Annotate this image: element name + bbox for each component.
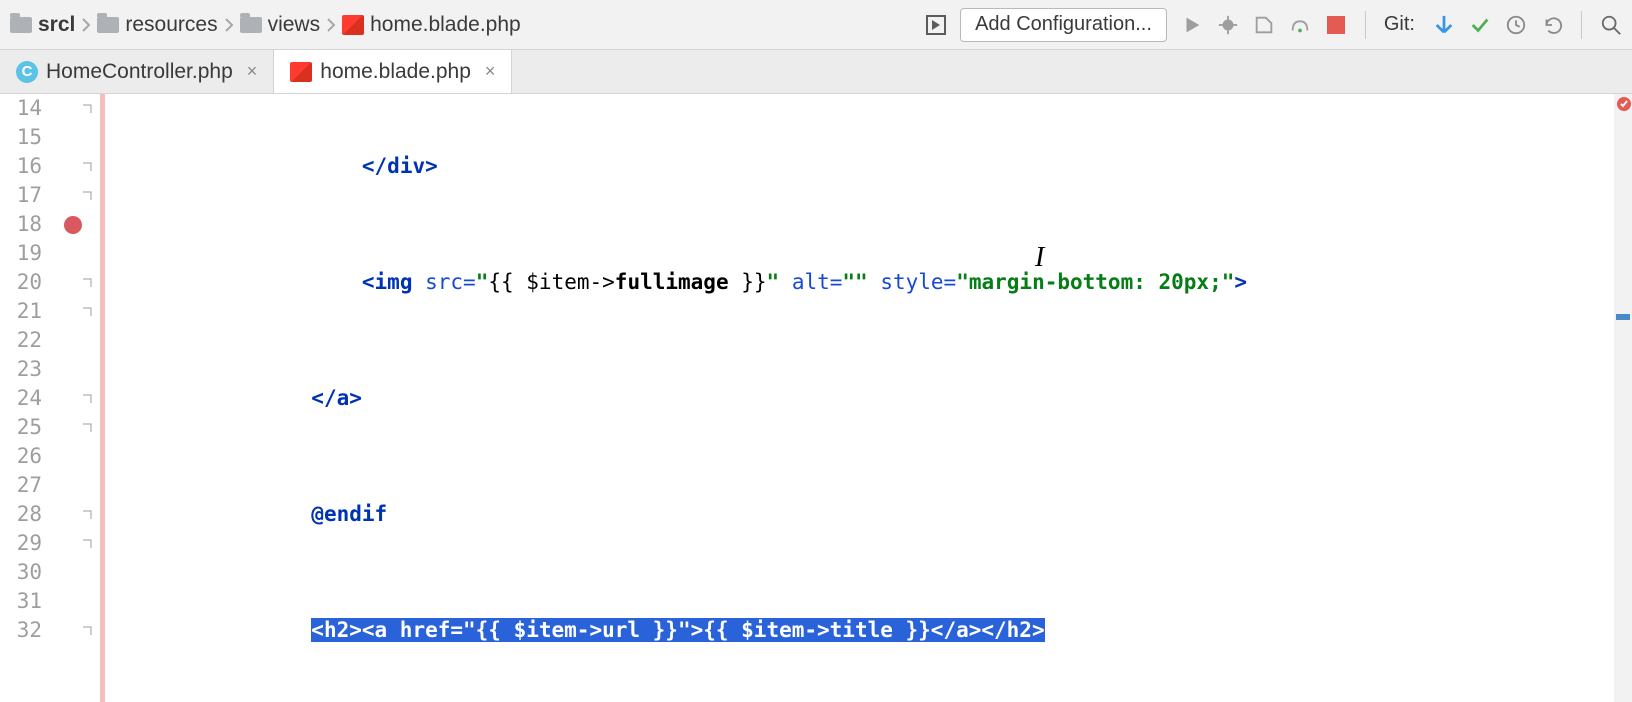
run-target-icon[interactable] bbox=[926, 15, 946, 35]
toolbar-divider bbox=[1365, 11, 1366, 39]
folder-icon bbox=[240, 17, 262, 33]
line-number: 20 bbox=[0, 268, 42, 297]
fold-icon[interactable] bbox=[80, 160, 94, 174]
breadcrumb-item-file[interactable]: home.blade.php bbox=[342, 13, 521, 37]
blade-file-icon bbox=[342, 15, 364, 35]
editor-tabs: C HomeController.php × home.blade.php × bbox=[0, 50, 1632, 94]
fold-icon[interactable] bbox=[80, 421, 94, 435]
fold-icon[interactable] bbox=[80, 276, 94, 290]
rollback-icon[interactable] bbox=[1541, 14, 1563, 36]
line-number: 31 bbox=[0, 587, 42, 616]
line-number: 22 bbox=[0, 326, 42, 355]
history-icon[interactable] bbox=[1505, 14, 1527, 36]
code-line[interactable]: </div> bbox=[105, 152, 1632, 181]
line-number: 26 bbox=[0, 442, 42, 471]
breadcrumb: srcl resources views home.blade.php bbox=[10, 13, 926, 37]
code-line-selected[interactable]: <h2><a href="{{ $item->url }}">{{ $item-… bbox=[105, 616, 1632, 645]
git-label: Git: bbox=[1384, 13, 1415, 36]
code-line[interactable]: <img src="{{ $item->fullimage }}" alt=""… bbox=[105, 268, 1632, 297]
fold-icon[interactable] bbox=[80, 189, 94, 203]
breadcrumb-item-srcl[interactable]: srcl bbox=[10, 13, 75, 37]
close-icon[interactable]: × bbox=[247, 61, 258, 82]
chevron-right-icon bbox=[81, 17, 91, 33]
fold-icon[interactable] bbox=[80, 305, 94, 319]
git-update-icon[interactable] bbox=[1433, 14, 1455, 36]
line-number: 15 bbox=[0, 123, 42, 152]
inspection-warning-icon[interactable] bbox=[1616, 96, 1632, 116]
navigation-bar: srcl resources views home.blade.php Add … bbox=[0, 0, 1632, 50]
code-editor[interactable]: 14151617181920212223242526272829303132 <… bbox=[0, 94, 1632, 702]
coverage-icon[interactable] bbox=[1253, 14, 1275, 36]
run-icon[interactable] bbox=[1181, 14, 1203, 36]
breadcrumb-item-resources[interactable]: resources bbox=[97, 13, 217, 37]
class-file-icon: C bbox=[16, 61, 38, 83]
line-number: 17 bbox=[0, 181, 42, 210]
search-icon[interactable] bbox=[1600, 14, 1622, 36]
blade-file-icon bbox=[290, 62, 312, 82]
stop-icon[interactable] bbox=[1325, 14, 1347, 36]
line-number: 16 bbox=[0, 152, 42, 181]
folder-icon bbox=[10, 17, 32, 33]
line-number: 21 bbox=[0, 297, 42, 326]
close-icon[interactable]: × bbox=[485, 61, 496, 82]
fold-icon[interactable] bbox=[80, 537, 94, 551]
breakpoint-icon[interactable] bbox=[64, 216, 82, 234]
line-number: 25 bbox=[0, 413, 42, 442]
line-number: 19 bbox=[0, 239, 42, 268]
line-number: 32 bbox=[0, 616, 42, 645]
debug-icon[interactable] bbox=[1217, 14, 1239, 36]
line-number: 27 bbox=[0, 471, 42, 500]
line-number: 29 bbox=[0, 529, 42, 558]
fold-icon[interactable] bbox=[80, 508, 94, 522]
run-configuration-select[interactable]: Add Configuration... bbox=[960, 8, 1167, 42]
profiler-icon[interactable] bbox=[1289, 14, 1311, 36]
fold-icon[interactable] bbox=[80, 392, 94, 406]
error-stripe-gutter[interactable] bbox=[1614, 94, 1632, 702]
text-caret-icon: I bbox=[1035, 243, 1044, 272]
line-number: 24 bbox=[0, 384, 42, 413]
code-line[interactable]: @endif bbox=[105, 500, 1632, 529]
breadcrumb-item-views[interactable]: views bbox=[240, 13, 321, 37]
line-number: 28 bbox=[0, 500, 42, 529]
marker-gutter bbox=[50, 94, 100, 702]
chevron-right-icon bbox=[224, 17, 234, 33]
code-line[interactable]: </a> bbox=[105, 384, 1632, 413]
line-number: 18 bbox=[0, 210, 42, 239]
marker-stripe[interactable] bbox=[1616, 314, 1630, 320]
git-commit-icon[interactable] bbox=[1469, 14, 1491, 36]
toolbar: Add Configuration... Git: bbox=[926, 8, 1622, 42]
fold-icon[interactable] bbox=[80, 624, 94, 638]
line-number-gutter: 14151617181920212223242526272829303132 bbox=[0, 94, 50, 702]
toolbar-divider bbox=[1581, 11, 1582, 39]
chevron-right-icon bbox=[326, 17, 336, 33]
tab-homecontroller[interactable]: C HomeController.php × bbox=[0, 50, 274, 93]
code-area[interactable]: </div> <img src="{{ $item->fullimage }}"… bbox=[105, 94, 1632, 702]
fold-icon[interactable] bbox=[80, 102, 94, 116]
folder-icon bbox=[97, 17, 119, 33]
line-number: 23 bbox=[0, 355, 42, 384]
line-number: 30 bbox=[0, 558, 42, 587]
line-number: 14 bbox=[0, 94, 42, 123]
tab-home-blade[interactable]: home.blade.php × bbox=[274, 50, 512, 93]
